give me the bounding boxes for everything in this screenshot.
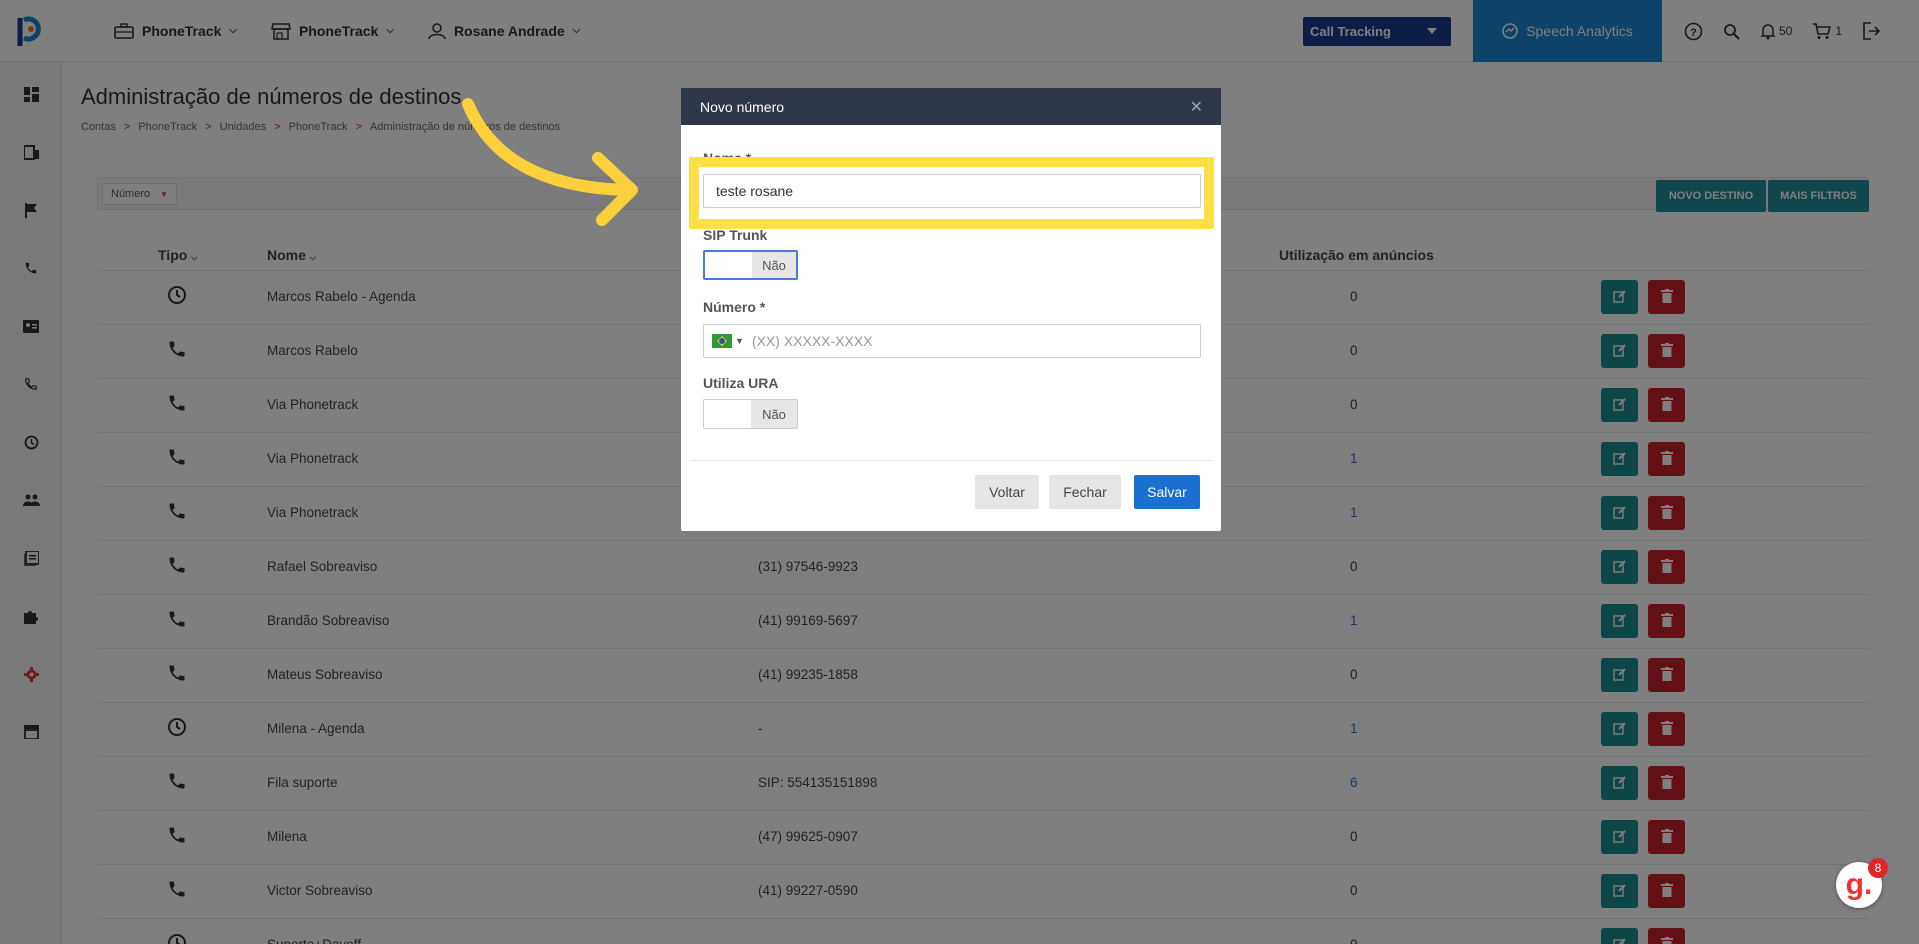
modal-title: Novo número bbox=[700, 98, 785, 115]
numero-label: Número * bbox=[703, 299, 766, 315]
back-button[interactable]: Voltar bbox=[975, 475, 1039, 509]
new-number-modal: Novo número ✕ Nome * SIP Trunk Não Númer… bbox=[681, 88, 1221, 531]
toggle-knob bbox=[705, 252, 752, 278]
brazil-flag-icon[interactable] bbox=[712, 334, 732, 348]
ura-toggle[interactable]: Não bbox=[703, 399, 798, 429]
highlight-box bbox=[689, 157, 1214, 229]
modal-header: Novo número ✕ bbox=[681, 88, 1221, 125]
annotation-arrow-icon bbox=[462, 98, 638, 226]
sip-trunk-value: Não bbox=[752, 252, 796, 278]
numero-placeholder: (XX) XXXXX-XXXX bbox=[751, 333, 873, 349]
caret-down-icon: ▼ bbox=[735, 336, 744, 346]
modal-divider bbox=[690, 460, 1212, 461]
close-button[interactable]: Fechar bbox=[1049, 475, 1121, 509]
ura-value: Não bbox=[751, 400, 797, 428]
numero-input[interactable]: ▼ (XX) XXXXX-XXXX bbox=[703, 324, 1201, 358]
save-button[interactable]: Salvar bbox=[1134, 475, 1200, 509]
close-icon[interactable]: ✕ bbox=[1190, 97, 1203, 117]
sip-trunk-toggle[interactable]: Não bbox=[703, 250, 798, 280]
widget-badge: 8 bbox=[1868, 858, 1888, 878]
sip-trunk-label: SIP Trunk bbox=[703, 227, 768, 243]
ura-label: Utiliza URA bbox=[703, 375, 779, 391]
toggle-knob bbox=[704, 400, 751, 428]
widget-letter: g. bbox=[1845, 868, 1873, 901]
